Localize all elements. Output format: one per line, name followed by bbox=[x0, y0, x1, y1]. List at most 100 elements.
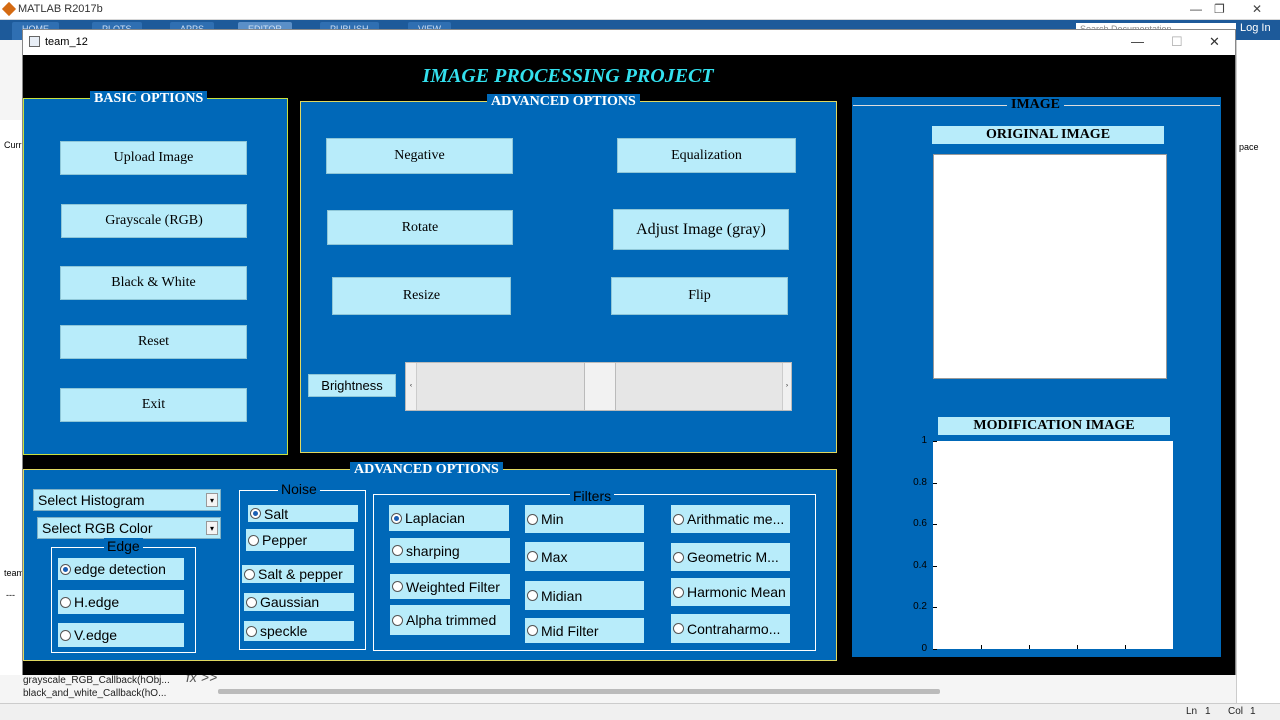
geometric-mean-radio[interactable]: Geometric M... bbox=[671, 543, 790, 571]
contraharmonic-mean-radio[interactable]: Contraharmo... bbox=[671, 614, 790, 643]
h-edge-radio[interactable]: H.edge bbox=[58, 590, 184, 614]
x-tick-mark bbox=[1125, 645, 1126, 649]
rotate-button[interactable]: Rotate bbox=[327, 210, 513, 245]
radio-icon bbox=[248, 534, 259, 546]
y-tick-label: 0.4 bbox=[913, 559, 927, 571]
matlab-title: MATLAB R2017b bbox=[18, 3, 103, 15]
edge-group: Edge edge detection H.edge V.edge bbox=[51, 538, 196, 653]
grayscale-button[interactable]: Grayscale (RGB) bbox=[61, 204, 247, 238]
weighted-filter-radio[interactable]: Weighted Filter bbox=[390, 574, 510, 599]
radio-label: H.edge bbox=[74, 594, 120, 610]
line-value: 1 bbox=[1205, 706, 1211, 717]
equalization-button[interactable]: Equalization bbox=[617, 138, 796, 173]
flip-button[interactable]: Flip bbox=[611, 277, 788, 315]
v-edge-radio[interactable]: V.edge bbox=[58, 623, 184, 647]
exit-button[interactable]: Exit bbox=[60, 388, 247, 422]
radio-label: Mid Filter bbox=[541, 622, 599, 639]
y-tick-mark bbox=[933, 441, 937, 442]
radio-label: Salt & pepper bbox=[258, 566, 343, 582]
radio-label: Gaussian bbox=[260, 594, 320, 610]
midian-radio[interactable]: Midian bbox=[525, 581, 644, 610]
sharping-radio[interactable]: sharping bbox=[390, 538, 510, 563]
current-folder-panel bbox=[0, 120, 23, 720]
radio-label: V.edge bbox=[74, 627, 118, 643]
radio-icon bbox=[60, 629, 71, 641]
speckle-radio[interactable]: speckle bbox=[244, 621, 354, 641]
radio-icon bbox=[392, 545, 403, 556]
callback-item[interactable]: grayscale_RGB_Callback(hObj... bbox=[23, 675, 170, 686]
minimize-icon[interactable]: — bbox=[1190, 2, 1202, 16]
edge-group-title: Edge bbox=[104, 538, 143, 554]
radio-label: Max bbox=[541, 548, 568, 565]
min-radio[interactable]: Min bbox=[525, 505, 644, 533]
workspace-label: pace bbox=[1239, 142, 1259, 152]
rgb-select-value: Select RGB Color bbox=[42, 520, 153, 536]
upload-image-button[interactable]: Upload Image bbox=[60, 141, 247, 175]
radio-label: Min bbox=[541, 511, 564, 527]
status-bar: Ln 1 Col 1 bbox=[0, 703, 1280, 720]
panel-title: ADVANCED OPTIONS bbox=[350, 462, 503, 478]
page-title: IMAGE PROCESSING PROJECT bbox=[422, 65, 714, 87]
callback-item[interactable]: black_and_white_Callback(hO... bbox=[23, 688, 166, 699]
harmonic-mean-radio[interactable]: Harmonic Mean bbox=[671, 578, 790, 606]
radio-label: speckle bbox=[260, 623, 308, 639]
alpha-trimmed-radio[interactable]: Alpha trimmed bbox=[390, 605, 510, 635]
modification-image-label: MODIFICATION IMAGE bbox=[938, 417, 1170, 435]
black-white-button[interactable]: Black & White bbox=[60, 266, 247, 300]
radio-icon bbox=[246, 596, 257, 608]
edge-detection-radio[interactable]: edge detection bbox=[58, 558, 184, 580]
radio-icon bbox=[60, 596, 71, 608]
file-item-team[interactable]: team bbox=[4, 568, 24, 578]
close-icon[interactable]: ✕ bbox=[1209, 34, 1220, 50]
radio-icon bbox=[527, 513, 538, 525]
minimize-icon[interactable]: — bbox=[1131, 34, 1144, 49]
resize-button[interactable]: Resize bbox=[332, 277, 511, 315]
figure-body: IMAGE PROCESSING PROJECT BASIC OPTIONS U… bbox=[23, 55, 1235, 675]
salt-pepper-radio[interactable]: Salt & pepper bbox=[242, 565, 354, 583]
chevron-down-icon[interactable]: ▾ bbox=[206, 493, 218, 507]
radio-label: Midian bbox=[541, 587, 583, 604]
gaussian-radio[interactable]: Gaussian bbox=[244, 593, 354, 611]
radio-icon bbox=[527, 590, 538, 601]
filters-group-title: Filters bbox=[570, 488, 615, 504]
reset-button[interactable]: Reset bbox=[60, 325, 247, 359]
negative-button[interactable]: Negative bbox=[326, 138, 513, 174]
salt-radio[interactable]: Salt bbox=[248, 505, 358, 522]
max-radio[interactable]: Max bbox=[525, 542, 644, 571]
slider-right-arrow-icon[interactable]: › bbox=[782, 363, 791, 410]
radio-icon bbox=[392, 614, 403, 626]
panel-title: IMAGE bbox=[1007, 97, 1064, 113]
maximize-icon[interactable]: ☐ bbox=[1171, 34, 1183, 50]
laplacian-radio[interactable]: Laplacian bbox=[389, 505, 509, 531]
radio-icon bbox=[250, 508, 261, 519]
slider-thumb[interactable] bbox=[583, 363, 616, 410]
x-tick-mark bbox=[1077, 645, 1078, 649]
workspace-panel: pace bbox=[1236, 40, 1280, 720]
y-tick-mark bbox=[933, 565, 937, 567]
brightness-slider[interactable]: ‹ › bbox=[405, 362, 792, 411]
login-link[interactable]: Log In bbox=[1240, 22, 1271, 34]
rgb-color-select[interactable]: Select RGB Color ▾ bbox=[37, 517, 221, 539]
radio-icon bbox=[391, 512, 402, 524]
mid-filter-radio[interactable]: Mid Filter bbox=[525, 618, 644, 643]
matlab-toolstrip bbox=[0, 40, 23, 120]
y-tick-label: 0.8 bbox=[913, 476, 927, 488]
y-tick-label: 0.6 bbox=[913, 518, 927, 530]
noise-group: Noise Salt Pepper Salt & pepper Gaussian… bbox=[239, 481, 366, 650]
slider-left-arrow-icon[interactable]: ‹ bbox=[406, 363, 417, 410]
arithmetic-mean-radio[interactable]: Arithmatic me... bbox=[671, 505, 790, 533]
restore-icon[interactable]: ❐ bbox=[1214, 2, 1225, 16]
radio-icon bbox=[60, 563, 71, 575]
modification-image-axes bbox=[933, 441, 1173, 649]
pepper-radio[interactable]: Pepper bbox=[246, 529, 354, 551]
close-icon[interactable]: ✕ bbox=[1252, 2, 1262, 16]
adjust-image-button[interactable]: Adjust Image (gray) bbox=[613, 209, 789, 250]
figure-icon bbox=[29, 36, 40, 47]
y-tick-mark bbox=[933, 482, 937, 484]
horizontal-scrollbar[interactable] bbox=[218, 689, 940, 694]
histogram-select[interactable]: Select Histogram ▾ bbox=[33, 489, 221, 511]
chevron-down-icon[interactable]: ▾ bbox=[206, 521, 218, 535]
y-tick-mark bbox=[933, 607, 937, 609]
advanced-options-panel: ADVANCED OPTIONS Negative Equalization R… bbox=[300, 94, 837, 453]
current-folder-label: Curr bbox=[4, 140, 22, 150]
